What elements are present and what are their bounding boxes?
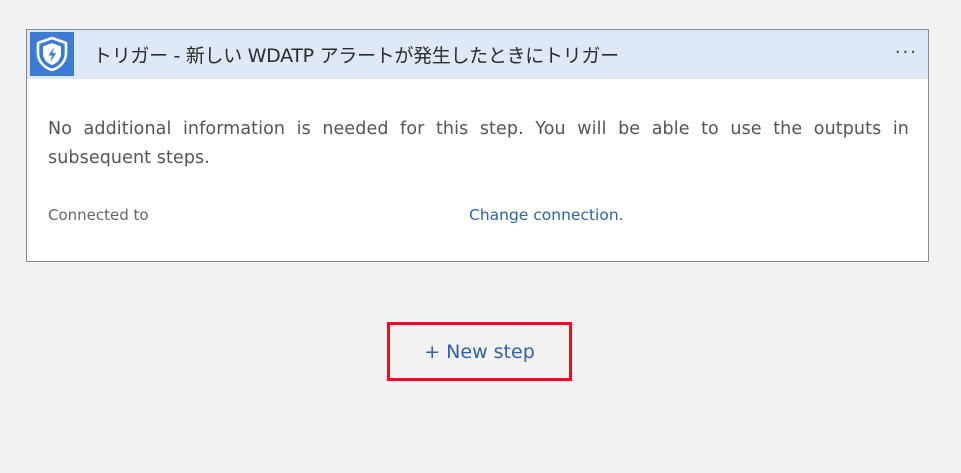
trigger-card: トリガー - 新しい WDATP アラートが発生したときにトリガー ··· No… [26, 29, 929, 262]
connected-to-label: Connected to [48, 206, 149, 224]
change-connection-link[interactable]: Change connection. [469, 206, 624, 224]
new-step-highlight: + New step [387, 322, 572, 381]
card-header[interactable]: トリガー - 新しい WDATP アラートが発生したときにトリガー ··· [27, 30, 928, 79]
card-title: トリガー - 新しい WDATP アラートが発生したときにトリガー [93, 45, 619, 67]
more-options-button[interactable]: ··· [895, 30, 918, 76]
shield-lightning-icon [30, 32, 74, 76]
step-description: No additional information is needed for … [48, 119, 909, 168]
new-step-button[interactable]: + New step [424, 341, 535, 363]
